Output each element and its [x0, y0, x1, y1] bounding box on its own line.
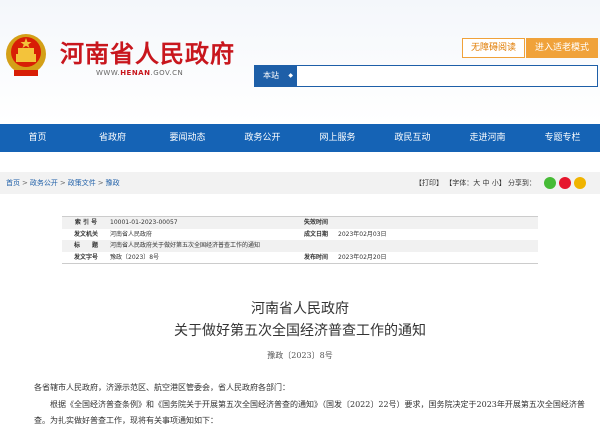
weibo-icon[interactable] [559, 177, 571, 189]
nav-item-about-henan[interactable]: 走进河南 [450, 124, 525, 152]
site-url-suffix: .GOV.CN [150, 69, 184, 77]
issuer-label: 发文机关 [73, 230, 98, 238]
docno-label: 发文字号 [73, 253, 98, 261]
breadcrumb-policy-files[interactable]: 政策文件 [68, 179, 96, 187]
publish-label: 发布时间 [304, 253, 329, 261]
site-url-prefix: WWW. [96, 69, 121, 77]
index-value: 10001-01-2023-00057 [110, 219, 178, 226]
title-label: 标 题 [73, 242, 98, 249]
breadcrumb-public-affairs[interactable]: 政务公开 [30, 179, 58, 187]
breadcrumb-separator: > [59, 179, 66, 187]
print-button[interactable]: 【打印】 [415, 179, 443, 187]
expiry-value [338, 217, 538, 229]
breadcrumb-yuzheng[interactable]: 豫政 [106, 179, 120, 187]
docno-value: 豫政〔2023〕8号 [110, 253, 160, 261]
expiry-label: 失效时间 [304, 219, 329, 226]
national-emblem-icon [6, 34, 46, 76]
document-paragraph: 根据《全国经济普查条例》和《国务院关于开展第五次全国经济普查的通知》（国发〔20… [34, 400, 585, 425]
nav-item-online-services[interactable]: 网上服务 [300, 124, 375, 152]
font-medium-button[interactable]: 中 [482, 179, 489, 187]
search-box: 本站 ◆ [254, 65, 598, 87]
nav-item-interaction[interactable]: 政民互动 [375, 124, 450, 152]
meta-row: 标 题 河南省人民政府关于做好第五次全国经济普查工作的通知 [62, 240, 538, 252]
meta-row: 发文字号 豫政〔2023〕8号 发布时间 2023年02月20日 [62, 252, 538, 264]
nav-item-government[interactable]: 省政府 [75, 124, 150, 152]
accessibility-button[interactable]: 无障碍阅读 [462, 38, 525, 58]
breadcrumb-home[interactable]: 首页 [6, 179, 20, 187]
date-value: 2023年02月03日 [338, 230, 387, 238]
nav-item-public-affairs[interactable]: 政务公开 [225, 124, 300, 152]
site-header: 河南省人民政府 WWW.HENAN.GOV.CN 无障碍阅读 进入适老模式 本站… [0, 0, 600, 122]
elder-mode-button[interactable]: 进入适老模式 [526, 38, 598, 58]
date-label: 成文日期 [304, 230, 329, 238]
meta-row: 发文机关 河南省人民政府 成文日期 2023年02月03日 [62, 229, 538, 241]
title-value: 河南省人民政府关于做好第五次全国经济普查工作的通知 [110, 242, 261, 249]
site-url: WWW.HENAN.GOV.CN [96, 69, 183, 77]
caret-down-icon: ◆ [288, 72, 293, 79]
share-icons [544, 177, 586, 189]
publish-value: 2023年02月20日 [338, 253, 387, 261]
nav-item-home[interactable]: 首页 [0, 124, 75, 152]
nav-item-news[interactable]: 要闻动态 [150, 124, 225, 152]
document-metadata-table: 索 引 号 10001-01-2023-00057 失效时间 发文机关 河南省人… [62, 216, 538, 264]
issuer-value: 河南省人民政府 [110, 230, 153, 238]
breadcrumb-separator: > [22, 179, 28, 187]
font-large-button[interactable]: 大 [473, 179, 480, 187]
search-scope-label: 本站 [263, 71, 279, 80]
meta-row: 索 引 号 10001-01-2023-00057 失效时间 [62, 217, 538, 229]
share-label: 分享到： [507, 179, 536, 187]
font-small-button[interactable]: 小 [492, 179, 499, 187]
search-input[interactable] [297, 66, 597, 86]
document-title-line1: 河南省人民政府 [251, 301, 349, 317]
document-salutation: 各省辖市人民政府，济源示范区、航空港区管委会，省人民政府各部门： [34, 383, 290, 392]
breadcrumb: 首页 > 政务公开 > 政策文件 > 豫政 [6, 172, 120, 194]
main-nav: 首页 省政府 要闻动态 政务公开 网上服务 政民互动 走进河南 专题专栏 [0, 124, 600, 152]
qzone-icon[interactable] [574, 177, 586, 189]
document-number: 豫政〔2023〕8号 [267, 351, 333, 360]
breadcrumb-bar: 首页 > 政务公开 > 政策文件 > 豫政 【打印】 【字体：大 中 小】 分享到： [0, 172, 600, 194]
wechat-icon[interactable] [544, 177, 556, 189]
font-size-label: 【字体： [445, 179, 474, 187]
font-size-close: 】 [498, 179, 506, 187]
nav-item-special-topics[interactable]: 专题专栏 [525, 124, 600, 152]
site-url-accent: HENAN [120, 69, 151, 77]
site-title[interactable]: 河南省人民政府 [60, 34, 235, 69]
search-scope-select[interactable]: 本站 ◆ [255, 66, 297, 86]
breadcrumb-separator: > [97, 179, 104, 187]
document-title-line2: 关于做好第五次全国经济普查工作的通知 [174, 323, 426, 339]
index-label: 索 引 号 [74, 219, 98, 226]
page-tools: 【打印】 【字体：大 中 小】 分享到： [415, 172, 536, 194]
